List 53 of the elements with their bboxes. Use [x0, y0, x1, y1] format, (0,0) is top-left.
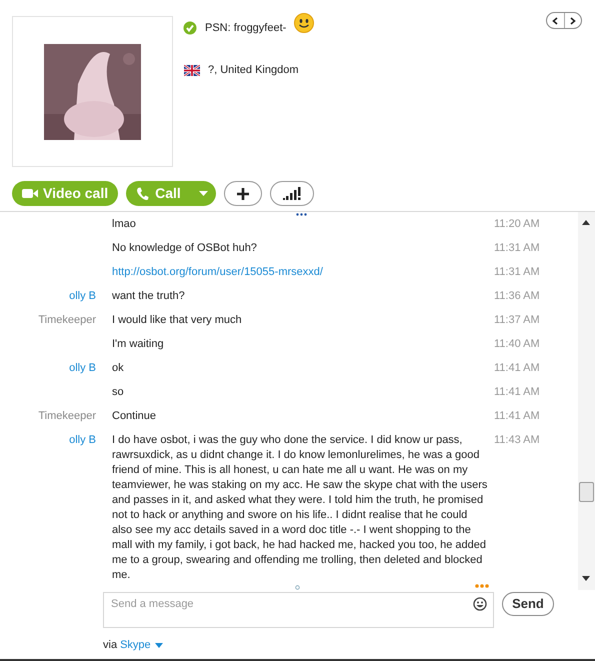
plus-icon — [236, 188, 249, 200]
sender-name: olly B — [68, 361, 96, 376]
message-time: 11:31 AM — [494, 265, 540, 280]
smiley-icon[interactable] — [473, 597, 487, 611]
message-time: 11:41 AM — [494, 409, 540, 424]
caret-icon — [198, 191, 208, 196]
service-dropdown[interactable]: Skype — [120, 637, 163, 654]
video-camera-icon — [22, 188, 38, 199]
message-text: No knowledge of OSBot huh? — [112, 241, 257, 256]
message-text: ok — [112, 361, 124, 376]
flag-icon — [184, 64, 200, 76]
call-quality-button[interactable] — [270, 181, 314, 206]
message-time: 11:43 AM — [494, 433, 540, 448]
via-label: via — [103, 638, 118, 653]
sender-name: Timekeeper — [37, 313, 96, 328]
message-text: I would like that very much — [112, 313, 242, 328]
signal-bars-icon — [282, 187, 301, 200]
location-text: ?, United Kingdom — [208, 63, 298, 78]
send-button[interactable]: Send — [502, 592, 554, 616]
message-text: Continue — [112, 409, 156, 424]
sender-name: olly B — [68, 433, 96, 448]
sender-name: Timekeeper — [37, 409, 96, 424]
message-time: 11:41 AM — [494, 361, 540, 376]
message-time: 11:31 AM — [494, 241, 540, 256]
sender-name: olly B — [68, 289, 96, 304]
message-text: I'm waiting — [112, 337, 164, 352]
scroll-thumb[interactable] — [579, 482, 594, 502]
message-time: 11:20 AM — [494, 217, 540, 232]
message-time: 11:36 AM — [494, 289, 540, 304]
message-time: 11:40 AM — [494, 337, 540, 352]
message-field[interactable]: Send a message — [103, 592, 494, 628]
message-time: 11:37 AM — [494, 313, 540, 328]
mood-message: PSN: froggyfeet- — [205, 21, 286, 36]
chevron-left-icon — [552, 16, 558, 24]
scroll-up-icon[interactable] — [582, 220, 590, 225]
more-icon[interactable] — [296, 213, 307, 216]
caret-icon — [154, 642, 163, 648]
message-text: lmao — [112, 217, 136, 232]
typing-icon — [475, 584, 489, 588]
resize-handle-icon[interactable] — [295, 585, 300, 590]
add-button[interactable] — [224, 181, 262, 206]
smiley-icon — [294, 13, 314, 34]
chevron-right-icon — [570, 16, 576, 24]
message-time: 11:41 AM — [494, 385, 540, 400]
scroll-down-icon[interactable] — [582, 576, 590, 581]
call-button[interactable]: Call — [126, 181, 216, 206]
message-text: I do have osbot, i was the guy who done the service. I did know ur pass, rawrsuxdick, as u didnt change it. I do know lemonlurelimes, he was a good friend of mine. This is all honest, u can hate me all u want. He was on my teamviewer, he was staking on my acc. He saw the skype chat with the users and passes in it, and asked what they were. I told him the truth, he promised not to hack or anything and swore on his life.. I didnt realise that he could also see my acc details saved in a word doc title -.- I went shopping to the mall with my family, i got back, he had hacked me, hacked you too, he added me to a group, swearing and offending me trolling, then deleted and blocked me. — [112, 433, 488, 583]
scrollbar[interactable] — [578, 212, 595, 590]
video-call-button[interactable]: Video call — [12, 181, 118, 206]
message-link[interactable]: http://osbot.org/forum/user/15055-mrsexxd/ — [112, 265, 323, 280]
message-text: want the truth? — [112, 289, 185, 304]
message-text: so — [112, 385, 124, 400]
phone-icon — [136, 186, 150, 200]
